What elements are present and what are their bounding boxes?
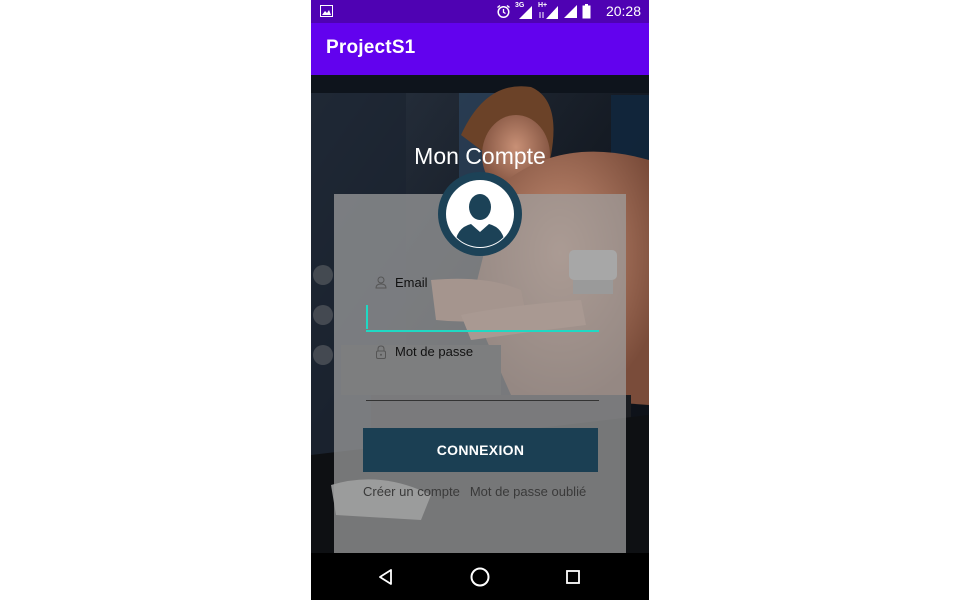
home-button[interactable] — [468, 565, 492, 589]
signal-icon — [564, 5, 577, 18]
page-title: Mon Compte — [414, 143, 546, 169]
app-bar: ProjectS1 — [311, 23, 649, 75]
account-links: Créer un compte Mot de passe oublié — [363, 484, 586, 499]
password-label: Mot de passe — [395, 344, 474, 359]
text-cursor — [366, 305, 368, 329]
back-button[interactable] — [374, 565, 398, 589]
gallery-icon — [320, 5, 333, 17]
email-label-row: Email — [375, 275, 428, 290]
avatar — [438, 172, 522, 256]
create-account-link[interactable]: Créer un compte — [363, 484, 460, 499]
email-field-underline — [366, 330, 599, 332]
status-icons: 3G H+ — [496, 2, 591, 20]
status-bar: 3G H+ 20:28 — [311, 0, 649, 23]
password-field[interactable] — [366, 378, 598, 398]
signal-3g-icon: 3G — [515, 2, 534, 20]
phone-screen: 3G H+ 20:28 ProjectS1 Mon Compte Email M… — [311, 0, 649, 600]
login-button[interactable]: CONNEXION — [363, 428, 598, 472]
back-icon — [379, 569, 392, 585]
home-icon — [470, 567, 490, 587]
user-icon — [375, 276, 387, 289]
forgot-password-link[interactable]: Mot de passe oublié — [470, 484, 586, 499]
signal-hplus-icon: H+ — [538, 2, 559, 20]
recents-icon — [566, 570, 580, 584]
login-screen: Mon Compte Email Mot de passe CONNEXION … — [311, 75, 649, 553]
lock-icon — [376, 344, 386, 359]
password-label-row: Mot de passe — [375, 344, 473, 359]
email-field[interactable] — [366, 309, 598, 329]
clock-time: 20:28 — [605, 3, 641, 19]
email-label: Email — [395, 275, 428, 290]
battery-icon — [582, 4, 591, 19]
user-silhouette-icon — [446, 180, 514, 248]
password-field-underline — [366, 400, 599, 401]
recents-button[interactable] — [561, 565, 585, 589]
alarm-icon — [497, 4, 510, 19]
navigation-bar — [311, 553, 649, 600]
app-title: ProjectS1 — [326, 37, 416, 58]
